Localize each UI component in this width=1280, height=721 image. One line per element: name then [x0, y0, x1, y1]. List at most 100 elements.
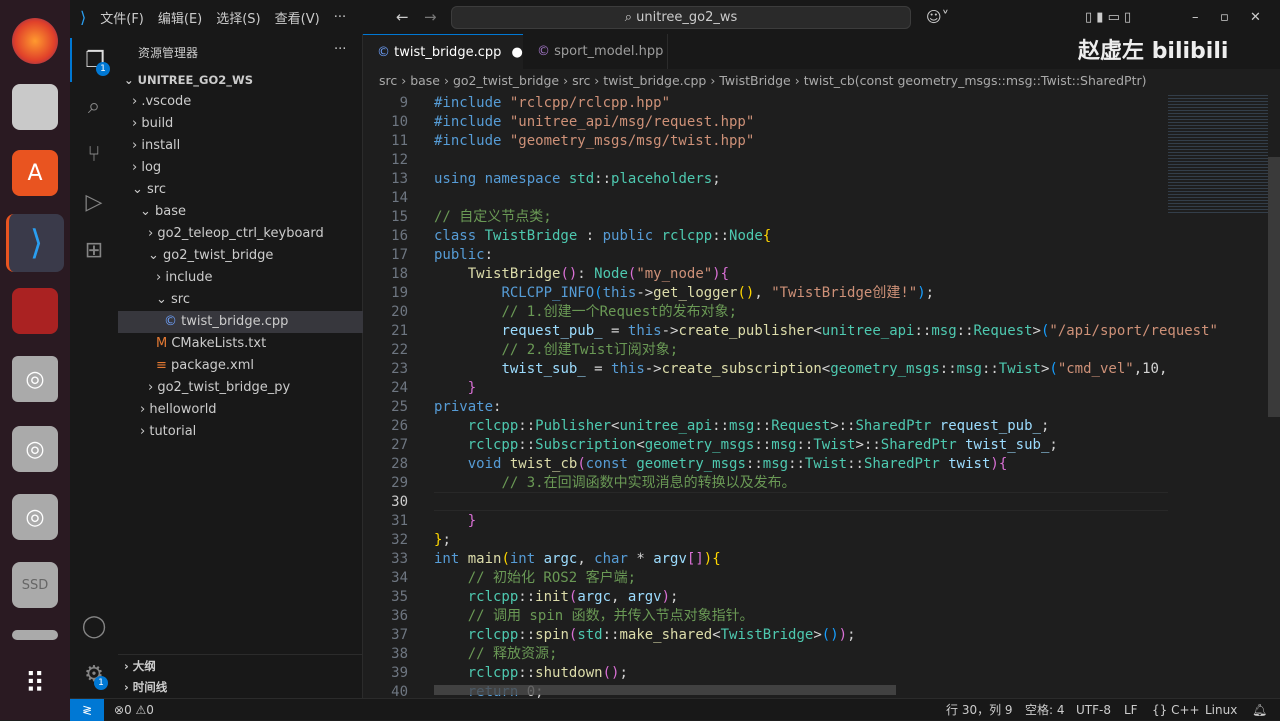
code-line[interactable]: 23 twist_sub_ = this->create_subscriptio…: [363, 360, 1280, 379]
command-center-search[interactable]: ⌕ unitree_go2_ws: [451, 6, 911, 29]
tree-item[interactable]: › install: [118, 135, 363, 157]
code-line[interactable]: 34 // 初始化 ROS2 客户端;: [363, 569, 1280, 588]
code-line[interactable]: 35 rclcpp::init(argc, argv);: [363, 588, 1280, 607]
app-center-icon[interactable]: A: [12, 150, 58, 196]
tree-item[interactable]: ⌄ go2_twist_bridge: [118, 245, 363, 267]
breadcrumb-item[interactable]: TwistBridge: [719, 73, 790, 88]
tree-item[interactable]: › tutorial: [118, 421, 363, 443]
search-icon[interactable]: ⌕: [70, 84, 118, 128]
tree-item[interactable]: › .vscode: [118, 91, 363, 113]
breadcrumb-item[interactable]: src: [572, 73, 590, 88]
code-line[interactable]: 32};: [363, 531, 1280, 550]
code-line[interactable]: 24 }: [363, 379, 1280, 398]
forward-icon[interactable]: →: [424, 8, 437, 26]
close-icon[interactable]: ✕: [1250, 10, 1261, 25]
ssd-icon[interactable]: SSD: [12, 562, 58, 608]
code-line[interactable]: 9 #include "rclcpp/rclcpp.hpp": [363, 94, 1280, 113]
disk-icon[interactable]: [12, 630, 58, 640]
tree-item[interactable]: ⌄ src: [118, 289, 363, 311]
timeline-section[interactable]: › 时间线: [118, 676, 363, 698]
code-line[interactable]: 13 using namespace std::placeholders;: [363, 170, 1280, 189]
code-line[interactable]: 15 // 自定义节点类;: [363, 208, 1280, 227]
code-line[interactable]: 19 RCLCPP_INFO(this->get_logger(), "Twis…: [363, 284, 1280, 303]
notifications-bell-icon[interactable]: 🔔︎: [1252, 699, 1267, 721]
minimize-icon[interactable]: –: [1192, 10, 1199, 25]
back-icon[interactable]: ←: [396, 8, 409, 26]
language-mode[interactable]: {} C++: [1152, 699, 1200, 721]
breadcrumb-item[interactable]: twist_cb(const geometry_msgs::msg::Twist…: [804, 73, 1147, 88]
menu-edit[interactable]: 编辑(E): [158, 8, 202, 27]
code-line[interactable]: 25 private:: [363, 398, 1280, 417]
files-icon[interactable]: [12, 84, 58, 130]
menu-view[interactable]: 查看(V): [275, 8, 320, 27]
tree-item[interactable]: ⌄ base: [118, 201, 363, 223]
code-line[interactable]: 20 // 1.创建一个Request的发布对象;: [363, 303, 1280, 322]
copilot-icon[interactable]: ☺˅: [926, 8, 949, 26]
disk-icon[interactable]: ◎: [12, 356, 58, 402]
code-line[interactable]: 12: [363, 151, 1280, 170]
disk-icon[interactable]: ◎: [12, 494, 58, 540]
tab-twist-bridge-cpp[interactable]: © twist_bridge.cpp ●: [363, 34, 523, 69]
code-line[interactable]: 33 int main(int argc, char * argv[]){: [363, 550, 1280, 569]
run-debug-icon[interactable]: ▷: [70, 180, 118, 224]
menu-file[interactable]: 文件(F): [100, 8, 144, 27]
code-line[interactable]: 11 #include "geometry_msgs/msg/twist.hpp": [363, 132, 1280, 151]
code-line[interactable]: 26 rclcpp::Publisher<unitree_api::msg::R…: [363, 417, 1280, 436]
code-line[interactable]: 14: [363, 189, 1280, 208]
code-editor[interactable]: 9 #include "rclcpp/rclcpp.hpp" 10 #include …: [363, 93, 1280, 698]
code-line[interactable]: 38 // 释放资源;: [363, 645, 1280, 664]
vscode-icon[interactable]: ⟩: [6, 214, 64, 272]
code-line[interactable]: 10 #include "unitree_api/msg/request.hpp": [363, 113, 1280, 132]
tree-item[interactable]: M CMakeLists.txt: [118, 333, 363, 355]
code-line[interactable]: 18 TwistBridge(): Node("my_node"){: [363, 265, 1280, 284]
tree-item[interactable]: › log: [118, 157, 363, 179]
maximize-icon[interactable]: ▫: [1220, 10, 1229, 25]
indentation[interactable]: 空格: 4: [1025, 699, 1065, 721]
breadcrumb-item[interactable]: twist_bridge.cpp: [603, 73, 706, 88]
breadcrumb-item[interactable]: src: [379, 73, 397, 88]
layout-icons[interactable]: ▯ ▮ ▭ ▯: [1085, 10, 1131, 25]
tree-item[interactable]: › go2_twist_bridge_py: [118, 377, 363, 399]
problems-indicator[interactable]: ⊗0 ⚠0: [114, 699, 154, 721]
encoding[interactable]: UTF-8: [1076, 699, 1111, 721]
code-line[interactable]: 37 rclcpp::spin(std::make_shared<TwistBr…: [363, 626, 1280, 645]
remote-icon[interactable]: ≷: [70, 699, 104, 721]
code-line[interactable]: 21 request_pub_ = this->create_publisher…: [363, 322, 1280, 341]
tree-item[interactable]: › build: [118, 113, 363, 135]
disk-icon[interactable]: ◎: [12, 426, 58, 472]
tree-item[interactable]: › go2_teleop_ctrl_keyboard: [118, 223, 363, 245]
workspace-root[interactable]: ⌄ UNITREE_GO2_WS: [118, 69, 363, 91]
menu-selection[interactable]: 选择(S): [216, 8, 260, 27]
code-line[interactable]: 17 public:: [363, 246, 1280, 265]
app-grid-icon[interactable]: ⠿: [12, 660, 58, 706]
code-line[interactable]: 16 class TwistBridge : public rclcpp::Nod…: [363, 227, 1280, 246]
code-line[interactable]: 27 rclcpp::Subscription<geometry_msgs::m…: [363, 436, 1280, 455]
minimap[interactable]: [1168, 93, 1268, 213]
cursor-position[interactable]: 行 30，列 9: [946, 699, 1013, 721]
modified-dot-icon[interactable]: ●: [512, 45, 523, 60]
code-line[interactable]: 39 rclcpp::shutdown();: [363, 664, 1280, 683]
tree-item[interactable]: › include: [118, 267, 363, 289]
account-icon[interactable]: ◯: [70, 604, 118, 648]
settings-gear-icon[interactable]: ⚙ 1: [70, 652, 118, 696]
code-line[interactable]: 22 // 2.创建Twist订阅对象;: [363, 341, 1280, 360]
tree-item[interactable]: © twist_bridge.cpp: [118, 311, 363, 333]
firefox-icon[interactable]: [12, 18, 58, 64]
platform[interactable]: Linux: [1205, 699, 1237, 721]
tree-item[interactable]: › helloworld: [118, 399, 363, 421]
tree-item[interactable]: ≡ package.xml: [118, 355, 363, 377]
tab-sport-model-hpp[interactable]: © sport_model.hpp: [523, 34, 668, 69]
code-line[interactable]: 30: [363, 493, 1280, 512]
code-line[interactable]: 28 void twist_cb(const geometry_msgs::ms…: [363, 455, 1280, 474]
outline-section[interactable]: › 大纲: [118, 654, 363, 676]
menu-more[interactable]: ···: [334, 10, 346, 25]
vertical-scrollbar[interactable]: [1268, 157, 1280, 417]
explorer-more-button[interactable]: ···: [334, 42, 346, 57]
tree-item[interactable]: ⌄ src: [118, 179, 363, 201]
breadcrumb-item[interactable]: go2_twist_bridge: [453, 73, 559, 88]
breadcrumb-item[interactable]: base: [410, 73, 440, 88]
source-control-icon[interactable]: ⑂: [70, 132, 118, 176]
end-of-line[interactable]: LF: [1124, 699, 1138, 721]
explorer-icon[interactable]: ❐ 1: [70, 38, 118, 82]
code-line[interactable]: 36 // 调用 spin 函数，并传入节点对象指针。: [363, 607, 1280, 626]
